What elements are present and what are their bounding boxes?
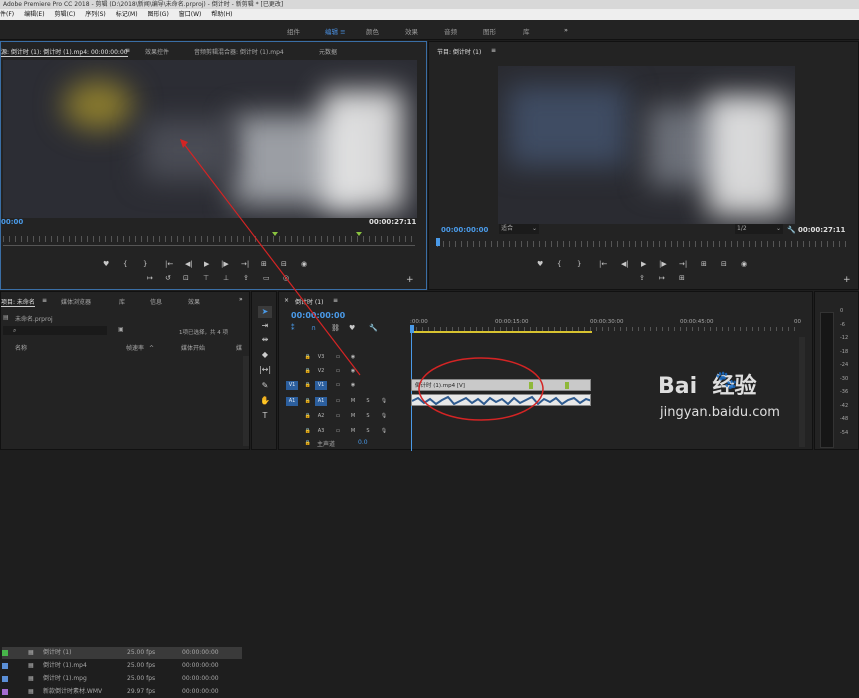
item-frame-rate: 25.00 fps bbox=[127, 662, 156, 669]
label-color-swatch[interactable] bbox=[2, 650, 8, 656]
watermark-brand: Bai 经验 bbox=[658, 374, 757, 399]
baidu-watermark: Bai 经验 🐾 jingyan.baidu.com bbox=[658, 368, 828, 438]
item-name: 倒计时 (1).mp4 bbox=[43, 662, 87, 669]
watermark-url: jingyan.baidu.com bbox=[660, 405, 780, 420]
item-frame-rate: 25.00 fps bbox=[127, 649, 156, 656]
project-list-item[interactable]: ▦ 倒计时 (1).mp4 25.00 fps 00:00:00:00 bbox=[2, 660, 242, 672]
item-frame-rate: 25.00 fps bbox=[127, 675, 156, 682]
item-media-start: 00:00:00:00 bbox=[182, 649, 219, 656]
item-media-start: 00:00:00:00 bbox=[182, 688, 219, 695]
video-clip-icon: ▦ bbox=[28, 688, 34, 695]
annotation-arrowhead-icon bbox=[180, 139, 188, 148]
item-name: 倒计时 (1) bbox=[43, 649, 72, 656]
item-name: 新款倒计时素材.WMV bbox=[43, 688, 103, 695]
sequence-icon: ▦ bbox=[28, 649, 34, 656]
paw-logo-icon: 🐾 bbox=[715, 370, 738, 391]
project-list-item[interactable]: ▦ 新款倒计时素材.WMV 29.97 fps 00:00:00:00 bbox=[2, 686, 242, 698]
project-list-item[interactable]: ▦ 倒计时 (1) 25.00 fps 00:00:00:00 bbox=[2, 647, 242, 659]
item-name: 倒计时 (1).mpg bbox=[43, 675, 87, 682]
annotation-circle bbox=[418, 357, 544, 421]
video-clip-icon: ▦ bbox=[28, 662, 34, 669]
label-color-swatch[interactable] bbox=[2, 676, 8, 682]
project-list-item[interactable]: ▦ 倒计时 (1).mpg 25.00 fps 00:00:00:00 bbox=[2, 673, 242, 685]
item-frame-rate: 29.97 fps bbox=[127, 688, 156, 695]
item-media-start: 00:00:00:00 bbox=[182, 675, 219, 682]
label-color-swatch[interactable] bbox=[2, 689, 8, 695]
annotation-arrow bbox=[183, 143, 361, 376]
label-color-swatch[interactable] bbox=[2, 663, 8, 669]
item-media-start: 00:00:00:00 bbox=[182, 662, 219, 669]
video-clip-icon: ▦ bbox=[28, 675, 34, 682]
